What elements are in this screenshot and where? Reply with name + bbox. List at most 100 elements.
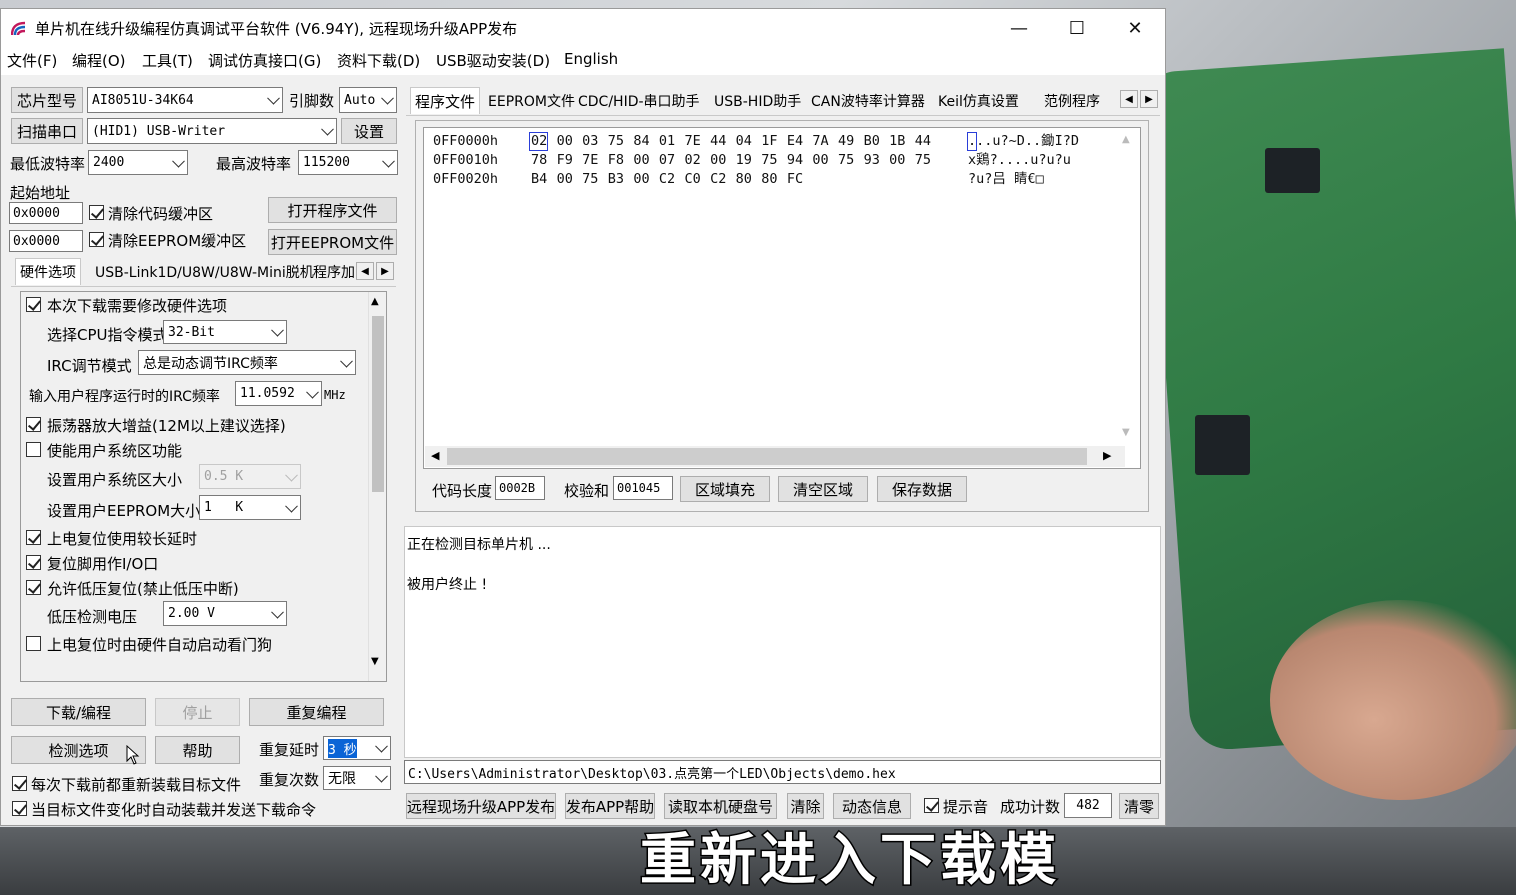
chip-model-select[interactable]: AI8051U-34K64	[87, 87, 283, 113]
sys-area-size-select[interactable]: 0.5 K	[199, 464, 301, 489]
user-sys-area-checkbox[interactable]	[26, 442, 41, 457]
hscroll-left-icon[interactable]: ◀	[431, 449, 439, 462]
tab-program-file[interactable]: 程序文件	[410, 87, 481, 114]
tab-usb-hid[interactable]: USB-HID助手	[710, 89, 805, 113]
options-scrollbar[interactable]: ▲ ▼	[368, 292, 386, 681]
scrollbar-thumb[interactable]	[372, 316, 384, 492]
hex-row[interactable]: B4 00 75 B3 00 C2 C0 C2 80 80 FC	[531, 170, 931, 189]
code-start-address-input[interactable]: 0x0000	[9, 202, 83, 224]
dynamic-info-button[interactable]: 动态信息	[833, 793, 911, 819]
hscroll-right-icon[interactable]: ▶	[1103, 449, 1111, 462]
scroll-up-icon[interactable]: ▲	[371, 296, 379, 307]
menu-bar: 文件(F) 编程(O) 工具(T) 调试仿真接口(G) 资料下载(D) USB驱…	[1, 47, 1165, 75]
reset-count-button[interactable]: 清零	[1119, 793, 1159, 819]
menu-english[interactable]: English	[564, 50, 618, 68]
hex-row[interactable]: 78 F9 7E F8 00 07 02 00 19 75 94 00 75 9…	[531, 151, 931, 170]
file-path-field[interactable]: C:\Users\Administrator\Desktop\03.点亮第一个L…	[404, 760, 1161, 784]
save-data-button[interactable]: 保存数据	[877, 476, 967, 502]
port-select[interactable]: (HID1) USB-Writer	[87, 118, 337, 144]
publish-app-help-button[interactable]: 发布APP帮助	[565, 793, 655, 819]
clear-eeprom-buffer-checkbox[interactable]	[89, 232, 104, 247]
menu-downloads[interactable]: 资料下载(D)	[337, 50, 420, 71]
reload-each-checkbox[interactable]	[12, 776, 27, 791]
repeat-count-select[interactable]: 无限	[323, 766, 391, 790]
minimize-button[interactable]: —	[990, 9, 1048, 47]
tab-program-encrypt[interactable]: 程序加	[309, 260, 359, 284]
clear-area-button[interactable]: 清空区域	[778, 476, 868, 502]
hex-row[interactable]: 02 00 03 75 84 01 7E 44 04 1F E4 7A 49 B…	[531, 132, 931, 151]
low-volt-select[interactable]: 2.00 V	[163, 601, 287, 626]
tab-scroll-left-icon[interactable]: ◀	[356, 262, 374, 280]
tab-examples[interactable]: 范例程序	[1040, 89, 1104, 113]
close-button[interactable]: ✕	[1106, 9, 1164, 47]
settings-button[interactable]: 设置	[341, 118, 397, 144]
osc-gain-checkbox[interactable]	[26, 417, 41, 432]
repeat-delay-select[interactable]: 3 秒	[323, 736, 391, 760]
min-baud-select[interactable]: 2400	[88, 150, 188, 175]
scan-port-button[interactable]: 扫描串口	[11, 118, 83, 144]
watchdog-checkbox[interactable]	[26, 636, 41, 651]
cpu-mode-label: 选择CPU指令模式	[47, 326, 168, 344]
checksum-value: 001045	[613, 476, 673, 500]
open-program-file-button[interactable]: 打开程序文件	[268, 197, 397, 223]
irc-mode-select[interactable]: 总是动态调节IRC频率	[138, 350, 356, 375]
log-output[interactable]: 正在检测目标单片机 ... 被用户终止 !	[404, 526, 1161, 758]
fill-area-button[interactable]: 区域填充	[680, 476, 770, 502]
ascii-column[interactable]: ...u?~D..鋤I?D x鶏?....u?u?u ?u?吕 睛€□	[968, 132, 1079, 189]
pin-count-select[interactable]: Auto	[339, 87, 397, 113]
clear-code-buffer-checkbox[interactable]	[89, 205, 104, 220]
tab-scroll-right-icon[interactable]: ▶	[376, 262, 394, 280]
chevron-down-icon	[172, 154, 185, 168]
reload-each-label: 每次下载前都重新装载目标文件	[31, 776, 242, 794]
menu-debug[interactable]: 调试仿真接口(G)	[208, 50, 321, 71]
hscroll-thumb[interactable]	[447, 448, 1087, 465]
open-eeprom-file-button[interactable]: 打开EEPROM文件	[268, 229, 397, 255]
min-baud-label: 最低波特率	[10, 155, 86, 173]
hex-horizontal-scrollbar[interactable]: ◀ ▶	[425, 446, 1125, 467]
hex-scroll-up-icon[interactable]: ▲	[1122, 134, 1130, 145]
reset-pin-io-checkbox[interactable]	[26, 555, 41, 570]
tab-scroll-left-icon[interactable]: ◀	[1120, 90, 1138, 108]
tab-hardware-options[interactable]: 硬件选项	[15, 258, 81, 285]
tab-scroll-right-icon[interactable]: ▶	[1140, 90, 1158, 108]
help-button[interactable]: 帮助	[155, 736, 240, 764]
hex-scroll-down-icon[interactable]: ▼	[1122, 427, 1130, 438]
remote-upgrade-publish-button[interactable]: 远程现场升级APP发布	[406, 793, 556, 819]
stop-button[interactable]: 停止	[155, 698, 240, 726]
beep-label: 提示音	[943, 798, 989, 816]
reprogram-button[interactable]: 重复编程	[249, 698, 384, 726]
scroll-down-icon[interactable]: ▼	[371, 656, 379, 667]
maximize-button[interactable]: ☐	[1048, 9, 1106, 47]
modify-hardware-checkbox[interactable]	[26, 297, 41, 312]
eeprom-size-label: 设置用户EEPROM大小	[47, 502, 201, 520]
read-disk-id-button[interactable]: 读取本机硬盘号	[664, 793, 777, 819]
eeprom-size-select[interactable]: 1 K	[199, 495, 301, 520]
auto-reload-checkbox[interactable]	[12, 801, 27, 816]
max-baud-select[interactable]: 115200	[298, 150, 398, 175]
right-tab-strip: 程序文件 EEPROM文件 CDC/HID-串口助手 USB-HID助手 CAN…	[406, 87, 1160, 116]
chevron-down-icon	[285, 468, 298, 482]
clear-log-button[interactable]: 清除	[787, 793, 824, 819]
tab-can-baud[interactable]: CAN波特率计算器	[807, 89, 929, 113]
download-program-button[interactable]: 下载/编程	[11, 698, 146, 726]
tab-serial-assistant[interactable]: CDC/HID-串口助手	[574, 89, 704, 113]
chevron-down-icon	[321, 122, 334, 136]
eeprom-start-address-input[interactable]: 0x0000	[9, 230, 83, 252]
tab-keil-settings[interactable]: Keil仿真设置	[934, 89, 1023, 113]
menu-usb-driver[interactable]: USB驱动安装(D)	[436, 50, 550, 71]
log-line: 被用户终止 !	[407, 577, 488, 593]
long-delay-checkbox[interactable]	[26, 530, 41, 545]
cpu-mode-select[interactable]: 32-Bit	[163, 320, 287, 344]
beep-checkbox[interactable]	[924, 798, 939, 813]
tab-eeprom-file[interactable]: EEPROM文件	[484, 89, 579, 113]
osc-gain-label: 振荡器放大增益(12M以上建议选择)	[47, 417, 286, 435]
pin-count-label: 引脚数	[289, 92, 335, 110]
menu-program[interactable]: 编程(O)	[72, 50, 126, 71]
low-volt-reset-checkbox[interactable]	[26, 580, 41, 595]
irc-freq-select[interactable]: 11.0592	[235, 381, 322, 406]
hex-data-column[interactable]: 02 00 03 75 84 01 7E 44 04 1F E4 7A 49 B…	[531, 132, 931, 189]
tab-usb-link-offline[interactable]: USB-Link1D/U8W/U8W-Mini脱机	[91, 260, 318, 284]
menu-tools[interactable]: 工具(T)	[142, 50, 193, 71]
chip-model-button[interactable]: 芯片型号	[11, 87, 83, 113]
menu-file[interactable]: 文件(F)	[7, 50, 57, 71]
